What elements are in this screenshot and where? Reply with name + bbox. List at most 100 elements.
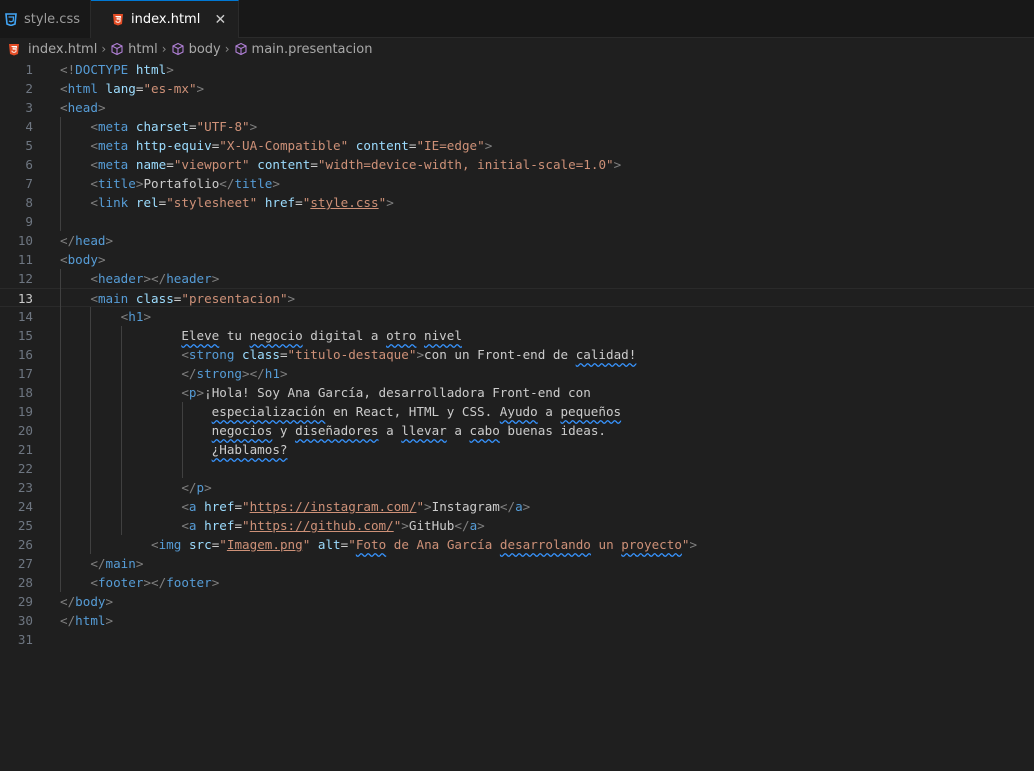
code-line[interactable]: 21 ¿Hablamos? — [0, 440, 1034, 459]
code-text: <html lang="es-mx"> — [60, 81, 205, 96]
line-number: 17 — [17, 366, 33, 381]
line-number: 16 — [17, 347, 33, 362]
code-line[interactable]: 17 </strong></h1> — [0, 364, 1034, 383]
code-text: <link rel="stylesheet" href="style.css"> — [90, 195, 394, 210]
code-line[interactable]: 31 — [0, 630, 1034, 649]
tab-label: style.css — [24, 11, 80, 27]
code-line[interactable]: 9 — [0, 212, 1034, 231]
cube-icon — [110, 42, 124, 56]
code-text: <header></header> — [90, 271, 220, 286]
code-line[interactable]: 18 <p>¡Hola! Soy Ana García, desarrollad… — [0, 383, 1034, 402]
code-line[interactable]: 11 <body> — [0, 250, 1034, 269]
close-icon[interactable]: ✕ — [212, 12, 228, 28]
line-number: 5 — [25, 138, 33, 153]
line-number: 8 — [25, 195, 33, 210]
code-line[interactable]: 30 </html> — [0, 611, 1034, 630]
code-text: <head> — [60, 100, 106, 115]
code-line[interactable]: 3 <head> — [0, 98, 1034, 117]
code-text: <!DOCTYPE html> — [60, 62, 174, 77]
tab-style-css[interactable]: style.css — [0, 0, 91, 38]
code-line[interactable]: 1 <!DOCTYPE html> — [0, 60, 1034, 79]
indent-guide — [90, 307, 92, 554]
line-number: 4 — [25, 119, 33, 134]
breadcrumb-item-html[interactable]: html — [110, 42, 158, 57]
breadcrumb-item-main[interactable]: main.presentacion — [234, 41, 373, 57]
code-text: <main class="presentacion"> — [90, 291, 296, 306]
code-line[interactable]: 2 <html lang="es-mx"> — [0, 79, 1034, 98]
code-line[interactable]: 16 <strong class="titulo-destaque">con u… — [0, 345, 1034, 364]
code-text: <a href="https://github.com/">GitHub</a> — [181, 518, 485, 533]
editor-tab-bar: style.css index.html ✕ — [0, 0, 1034, 38]
tab-index-html[interactable]: index.html ✕ — [91, 0, 240, 38]
code-line[interactable]: 7 <title>Portafolio</title> — [0, 174, 1034, 193]
cube-icon — [234, 42, 248, 56]
css-file-icon — [4, 12, 18, 26]
breadcrumb-label: body — [188, 41, 221, 57]
code-text: </strong></h1> — [181, 366, 288, 381]
line-number: 23 — [17, 480, 33, 495]
code-line[interactable]: 25 <a href="https://github.com/">GitHub<… — [0, 516, 1034, 535]
code-line[interactable]: 15 Eleve tu negocio digital a otro nivel — [0, 326, 1034, 345]
code-text: <body> — [60, 252, 106, 267]
line-number: 12 — [17, 271, 33, 286]
code-line[interactable]: 29 </body> — [0, 592, 1034, 611]
line-number: 29 — [17, 594, 33, 609]
code-line[interactable]: 23 </p> — [0, 478, 1034, 497]
code-line[interactable]: 10 </head> — [0, 231, 1034, 250]
code-line[interactable]: 13 <main class="presentacion"> — [0, 288, 1034, 307]
breadcrumb-label: html — [128, 41, 158, 57]
line-number: 30 — [17, 613, 33, 628]
code-line[interactable]: 5 <meta http-equiv="X-UA-Compatible" con… — [0, 136, 1034, 155]
code-line[interactable]: 14 <h1> — [0, 307, 1034, 326]
line-number: 22 — [17, 461, 33, 476]
code-line[interactable]: 28 <footer></footer> — [0, 573, 1034, 592]
line-number: 9 — [25, 214, 33, 229]
tab-label: index.html — [131, 12, 201, 27]
code-line[interactable]: 24 <a href="https://instagram.com/">Inst… — [0, 497, 1034, 516]
chevron-right-icon: › — [101, 42, 107, 56]
indent-guide — [181, 402, 183, 478]
code-line[interactable]: 20 negocios y diseñadores a llevar a cab… — [0, 421, 1034, 440]
code-editor[interactable]: 1 <!DOCTYPE html> 2 <html lang="es-mx"> 3 <he… — [0, 60, 1034, 771]
line-number: 26 — [17, 537, 33, 552]
breadcrumb-item-body[interactable]: body — [171, 42, 221, 57]
line-number: 10 — [17, 233, 33, 248]
code-text: <footer></footer> — [90, 575, 220, 590]
line-number: 31 — [17, 632, 33, 647]
line-number: 20 — [17, 423, 33, 438]
cube-icon — [171, 42, 185, 56]
line-number: 24 — [17, 499, 33, 514]
code-text: </p> — [181, 480, 212, 495]
code-text: <meta http-equiv="X-UA-Compatible" conte… — [90, 138, 493, 153]
line-number: 1 — [25, 62, 33, 77]
code-line[interactable]: 27 </main> — [0, 554, 1034, 573]
code-text: <p>¡Hola! Soy Ana García, desarrolladora… — [181, 385, 591, 400]
line-number: 25 — [17, 518, 33, 533]
breadcrumb-item-file[interactable]: index.html — [8, 42, 97, 57]
code-line[interactable]: 8 <link rel="stylesheet" href="style.css… — [0, 193, 1034, 212]
indent-guide — [60, 117, 61, 231]
breadcrumb-label: index.html — [28, 41, 98, 57]
code-text: <a href="https://instagram.com/">Instagr… — [181, 499, 531, 514]
chevron-right-icon: › — [161, 42, 167, 56]
line-number: 7 — [25, 176, 33, 191]
line-number: 14 — [17, 309, 33, 324]
code-line[interactable]: 4 <meta charset="UTF-8"> — [0, 117, 1034, 136]
line-number: 27 — [17, 556, 33, 571]
html-file-icon — [8, 43, 20, 56]
line-number: 15 — [17, 328, 33, 343]
line-number: 18 — [17, 385, 33, 400]
line-number: 6 — [25, 157, 33, 172]
chevron-right-icon: › — [224, 42, 230, 56]
breadcrumb-label: main.presentacion — [251, 41, 373, 57]
code-line[interactable]: 26 <img src="Imagem.png" alt="Foto de An… — [0, 535, 1034, 554]
code-text: <meta charset="UTF-8"> — [90, 119, 258, 134]
code-text: negocios y diseñadores a llevar a cabo b… — [211, 423, 606, 438]
code-line[interactable]: 6 <meta name="viewport" content="width=d… — [0, 155, 1034, 174]
code-line[interactable]: 22 — [0, 459, 1034, 478]
code-line[interactable]: 12 <header></header> — [0, 269, 1034, 288]
code-text: </head> — [60, 233, 114, 248]
code-line[interactable]: 19 especialización en React, HTML y CSS.… — [0, 402, 1034, 421]
code-text: <meta name="viewport" content="width=dev… — [90, 157, 622, 172]
code-text: ¿Hablamos? — [211, 442, 288, 457]
